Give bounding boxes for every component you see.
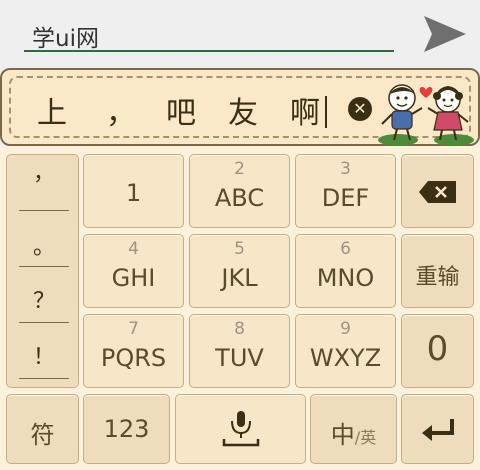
key-9-letters: WXYZ	[309, 344, 382, 372]
key-9-number: 9	[340, 319, 351, 339]
message-input[interactable]: 学ui网	[24, 14, 394, 52]
retype-key[interactable]: 重输	[401, 234, 474, 308]
language-switch-key[interactable]: 中/英	[310, 394, 397, 464]
key-5-jkl[interactable]: 5 JKL	[189, 234, 290, 308]
punct-exclamation-key[interactable]: ！	[19, 323, 69, 379]
send-button[interactable]	[420, 10, 470, 58]
key-3-letters: DEF	[321, 184, 370, 212]
key-0-label: 0	[426, 329, 449, 369]
key-5-number: 5	[234, 239, 245, 259]
enter-key[interactable]	[401, 394, 474, 464]
candidate-5[interactable]: 啊	[290, 88, 320, 132]
keyboard: ， 。 ？ ！ 1 2 ABC 3 DEF 4 GHI 5 JKL 6 MNO …	[0, 146, 480, 470]
key-1-label: 1	[125, 179, 142, 207]
symbol-label: 符	[30, 421, 55, 449]
key-8-letters: TUV	[215, 344, 264, 372]
key-4-letters: GHI	[111, 264, 156, 292]
key-6-number: 6	[340, 239, 351, 259]
key-4-ghi[interactable]: 4 GHI	[83, 234, 184, 308]
key-2-abc[interactable]: 2 ABC	[189, 154, 290, 228]
candidate-4[interactable]: 友	[228, 88, 258, 132]
close-icon: ✕	[353, 99, 367, 118]
backspace-icon	[419, 181, 456, 203]
key-9-wxyz[interactable]: 9 WXYZ	[295, 314, 396, 388]
text-cursor	[325, 96, 327, 128]
key-3-def[interactable]: 3 DEF	[295, 154, 396, 228]
space-voice-key[interactable]	[175, 394, 306, 464]
key-5-letters: JKL	[221, 264, 258, 292]
numeric-key[interactable]: 123	[83, 394, 170, 464]
cartoon-kids-illustration	[378, 84, 474, 146]
enter-icon	[422, 419, 454, 441]
send-icon	[424, 16, 466, 52]
key-0[interactable]: 0	[401, 314, 474, 388]
candidate-2[interactable]: ，	[106, 88, 136, 132]
backspace-key[interactable]	[401, 154, 474, 228]
clear-candidates-button[interactable]: ✕	[348, 97, 372, 121]
key-3-number: 3	[340, 159, 351, 179]
candidate-1[interactable]: 上	[37, 88, 67, 132]
punct-comma-key[interactable]: ，	[19, 155, 69, 211]
punct-question-key[interactable]: ？	[19, 267, 69, 323]
key-1[interactable]: 1	[83, 154, 184, 228]
language-english-label: /英	[354, 428, 377, 447]
key-7-number: 7	[128, 319, 139, 339]
symbol-key[interactable]: 符	[6, 394, 79, 464]
key-2-number: 2	[234, 159, 245, 179]
top-bar: 学ui网	[0, 0, 480, 68]
key-8-number: 8	[234, 319, 245, 339]
key-8-tuv[interactable]: 8 TUV	[189, 314, 290, 388]
key-7-pqrs[interactable]: 7 PQRS	[83, 314, 184, 388]
punctuation-column: ， 。 ？ ！	[6, 154, 79, 388]
key-6-letters: MNO	[316, 264, 375, 292]
numeric-label: 123	[103, 415, 150, 443]
key-7-letters: PQRS	[100, 344, 167, 372]
key-4-number: 4	[128, 239, 139, 259]
key-2-letters: ABC	[214, 184, 265, 212]
microphone-icon	[222, 411, 260, 447]
language-chinese-label: 中	[330, 421, 355, 449]
candidate-3[interactable]: 吧	[166, 88, 196, 132]
key-6-mno[interactable]: 6 MNO	[295, 234, 396, 308]
retype-label: 重输	[415, 265, 460, 290]
punct-period-key[interactable]: 。	[19, 211, 69, 267]
